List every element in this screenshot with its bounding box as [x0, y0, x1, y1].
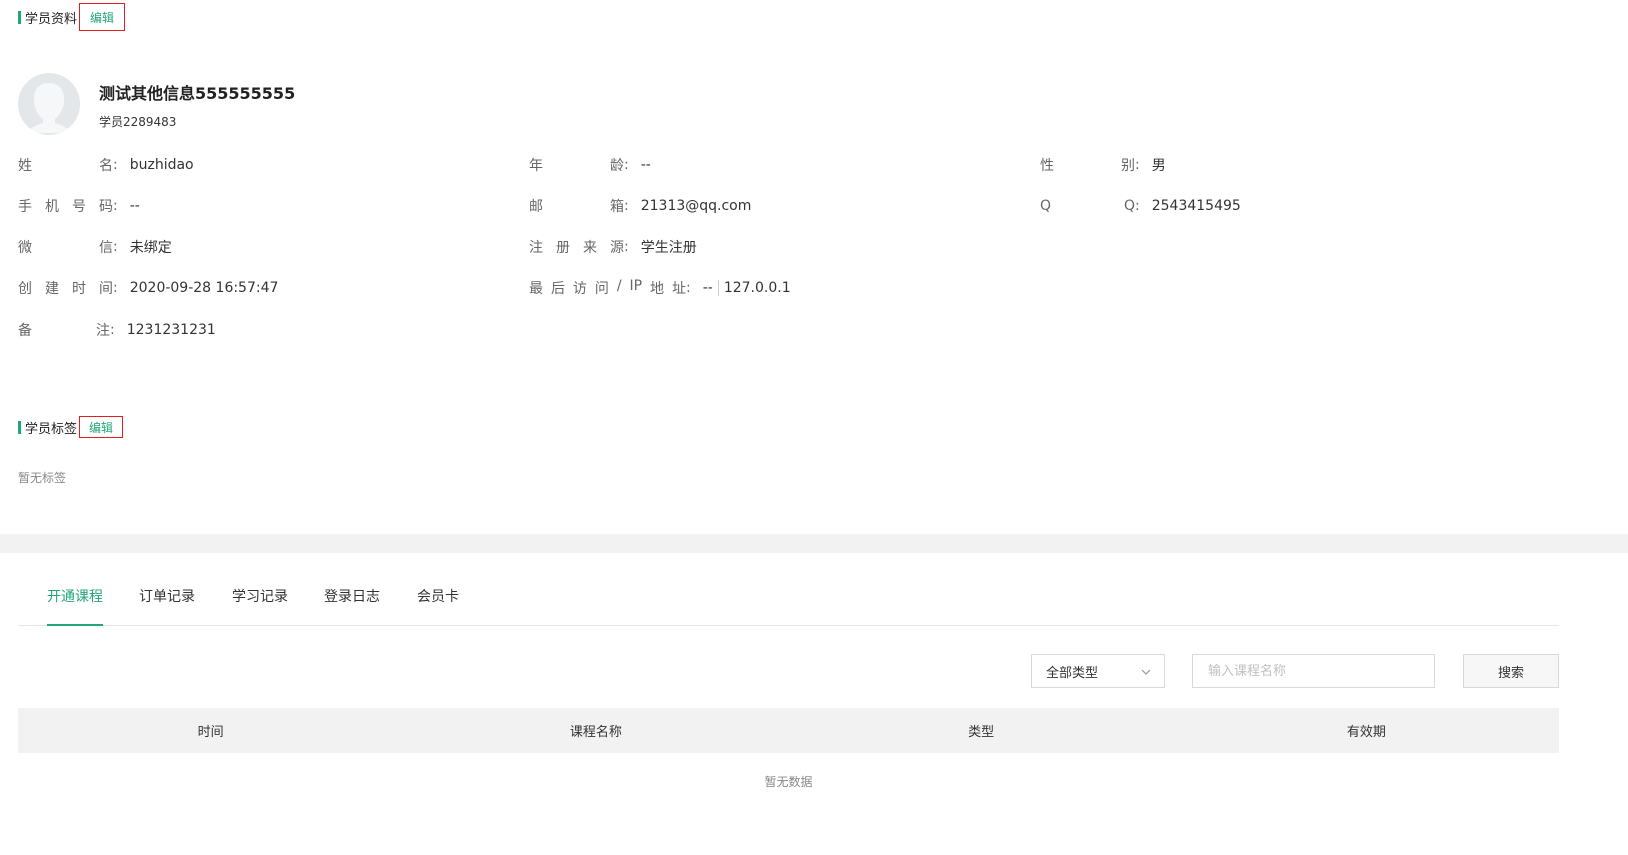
- field-gender-label: 性别: [1040, 158, 1135, 174]
- field-gender-value: 男: [1151, 158, 1166, 174]
- field-source-label: 注册来源: [529, 240, 624, 256]
- field-remark: 备注 : 1231231231: [18, 322, 216, 339]
- field-name-label: 姓名: [18, 158, 113, 174]
- field-wechat-label: 微信: [18, 240, 113, 256]
- field-created-value: 2020-09-28 16:57:47: [129, 280, 279, 296]
- field-phone-label: 手机号码: [18, 199, 113, 215]
- chevron-down-icon: [1141, 669, 1151, 675]
- field-qq: QQ : 2543415495: [1040, 198, 1241, 214]
- field-gender: 性别 : 男: [1040, 157, 1166, 174]
- field-created: 创建时间 : 2020-09-28 16:57:47: [18, 280, 279, 297]
- field-qq-value: 2543415495: [1151, 198, 1241, 214]
- edit-student-tags-button[interactable]: 编辑: [79, 416, 124, 438]
- field-remark-label: 备注: [18, 323, 110, 339]
- field-created-label: 创建时间: [18, 281, 113, 297]
- tab-login-log[interactable]: 登录日志: [324, 586, 380, 626]
- edit-student-info-button[interactable]: 编辑: [79, 3, 126, 31]
- field-age-value: --: [640, 157, 651, 173]
- field-age: 年龄 : --: [529, 157, 651, 174]
- field-email-label: 邮箱: [529, 199, 624, 215]
- student-tags-header: 学员标签 编辑: [18, 416, 124, 438]
- student-tags-title: 学员标签: [25, 421, 78, 437]
- record-tabs: 开通课程 订单记录 学习记录 登录日志 会员卡: [18, 578, 1559, 626]
- search-button[interactable]: 搜索: [1463, 654, 1559, 688]
- field-phone: 手机号码 : --: [18, 198, 140, 215]
- field-email-value: 21313@qq.com: [640, 198, 752, 214]
- field-age-label: 年龄: [529, 158, 624, 174]
- tab-member-card[interactable]: 会员卡: [417, 586, 459, 626]
- field-source: 注册来源 : 学生注册: [529, 239, 697, 256]
- field-name: 姓名 : buzhidao: [18, 157, 194, 174]
- student-info-header: 学员资料 编辑: [18, 3, 126, 31]
- column-header-course-name: 课程名称: [569, 725, 622, 740]
- avatar: [18, 73, 80, 135]
- field-ip-value: 127.0.0.1: [723, 280, 791, 296]
- student-id: 学员2289483: [99, 115, 177, 129]
- student-display-name: 测试其他信息555555555: [99, 84, 296, 103]
- student-profile: 测试其他信息555555555 学员2289483: [18, 73, 295, 135]
- course-name-search-input[interactable]: [1192, 654, 1435, 688]
- tags-empty-text: 暂无标签: [18, 471, 67, 485]
- field-wechat: 微信 : 未绑定: [18, 239, 172, 256]
- column-header-time: 时间: [197, 725, 224, 740]
- field-remark-value: 1231231231: [126, 322, 216, 338]
- student-info-title: 学员资料: [25, 11, 78, 27]
- field-source-value: 学生注册: [640, 240, 697, 256]
- tab-courses[interactable]: 开通课程: [47, 586, 103, 626]
- section-marker: [18, 10, 21, 24]
- column-header-validity: 有效期: [1346, 725, 1386, 740]
- field-wechat-value: 未绑定: [129, 240, 172, 256]
- section-divider: [0, 534, 1628, 553]
- column-header-type: 类型: [968, 725, 995, 740]
- field-last-visit: 最后访问 / IP 地址 : -- 127.0.0.1: [529, 278, 791, 297]
- course-type-select-value: 全部类型: [1046, 665, 1099, 681]
- course-table-header: 时间 课程名称 类型 有效期: [18, 708, 1559, 753]
- user-silhouette-icon: [18, 73, 80, 135]
- field-last-visit-value: --: [703, 280, 719, 296]
- field-phone-value: --: [129, 198, 140, 214]
- tab-study-records[interactable]: 学习记录: [232, 586, 288, 626]
- field-email: 邮箱 : 21313@qq.com: [529, 198, 752, 215]
- section-marker: [18, 420, 21, 434]
- field-name-value: buzhidao: [129, 157, 194, 173]
- table-empty-text: 暂无数据: [764, 775, 813, 789]
- field-last-visit-label: 最后访问 / IP 地址: [529, 278, 686, 297]
- tab-orders[interactable]: 订单记录: [139, 586, 195, 626]
- course-type-select[interactable]: 全部类型: [1031, 654, 1165, 688]
- field-qq-label: QQ: [1040, 198, 1135, 214]
